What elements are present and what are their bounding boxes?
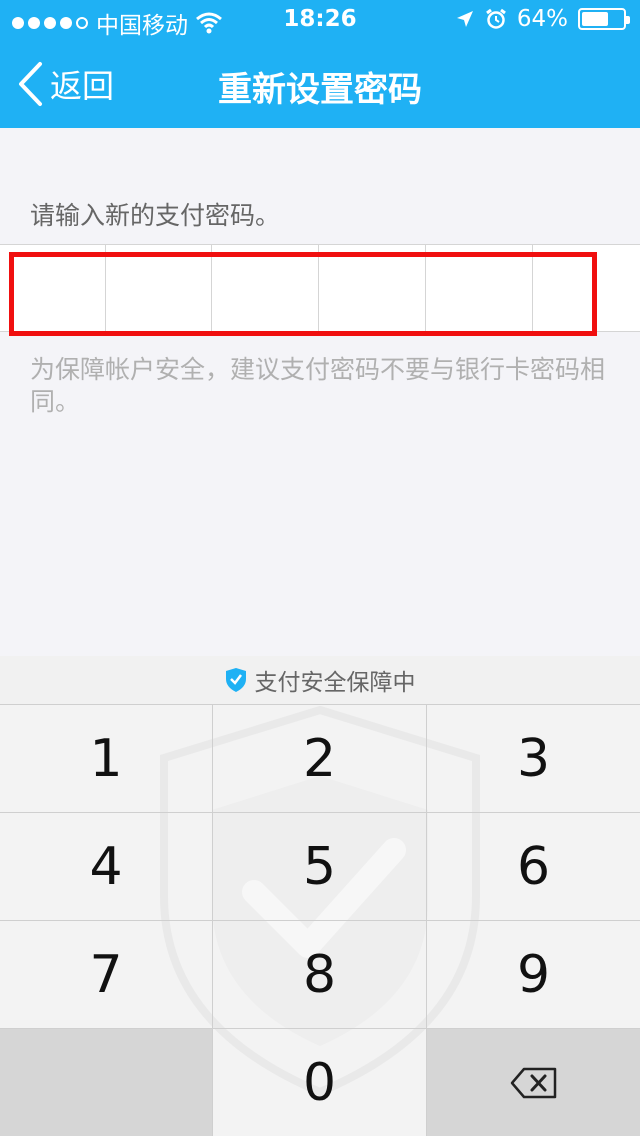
- delete-key[interactable]: [427, 1028, 640, 1136]
- key-9[interactable]: 9: [427, 920, 640, 1028]
- pin-digit-box[interactable]: [106, 245, 212, 331]
- status-right: 64%: [455, 6, 630, 32]
- status-bar: 中国移动 18:26 64%: [0, 0, 640, 40]
- pin-digit-box[interactable]: [212, 245, 319, 331]
- pin-digit-box[interactable]: [426, 245, 533, 331]
- battery-icon: [578, 8, 630, 30]
- key-0[interactable]: 0: [213, 1028, 427, 1136]
- alarm-icon: [485, 8, 506, 29]
- key-3[interactable]: 3: [427, 704, 640, 812]
- keypad-grid: 1 2 3 4 5 6 7 8 9 0: [0, 704, 640, 1136]
- location-arrow-icon: [456, 11, 473, 27]
- pin-input[interactable]: [0, 244, 640, 332]
- shield-check-icon: [225, 668, 246, 692]
- pin-digit-box[interactable]: [0, 245, 106, 331]
- secure-label: 支付安全保障中: [254, 670, 416, 696]
- key-5[interactable]: 5: [213, 812, 427, 920]
- battery-fill: [582, 12, 608, 26]
- password-prompt: 请输入新的支付密码。: [30, 201, 281, 230]
- key-6[interactable]: 6: [427, 812, 640, 920]
- backspace-icon: [510, 1067, 556, 1098]
- key-empty: [0, 1028, 213, 1136]
- key-4[interactable]: 4: [0, 812, 213, 920]
- key-7[interactable]: 7: [0, 920, 213, 1028]
- secure-keypad: 支付安全保障中 1 2 3 4 5 6 7 8 9 0: [0, 656, 640, 1136]
- battery-percent: 64%: [516, 6, 568, 32]
- pin-digit-box[interactable]: [533, 245, 640, 331]
- app-header: 中国移动 18:26 64% 返回 重新设置密码: [0, 0, 640, 128]
- pin-digit-box[interactable]: [319, 245, 426, 331]
- key-2[interactable]: 2: [213, 704, 427, 812]
- security-hint: 为保障帐户安全，建议支付密码不要与银行卡密码相同。: [30, 355, 606, 416]
- page-title: 重新设置密码: [218, 70, 422, 110]
- nav-bar: 返回 重新设置密码: [0, 40, 640, 128]
- key-1[interactable]: 1: [0, 704, 213, 812]
- secure-indicator: 支付安全保障中: [0, 656, 640, 704]
- key-8[interactable]: 8: [213, 920, 427, 1028]
